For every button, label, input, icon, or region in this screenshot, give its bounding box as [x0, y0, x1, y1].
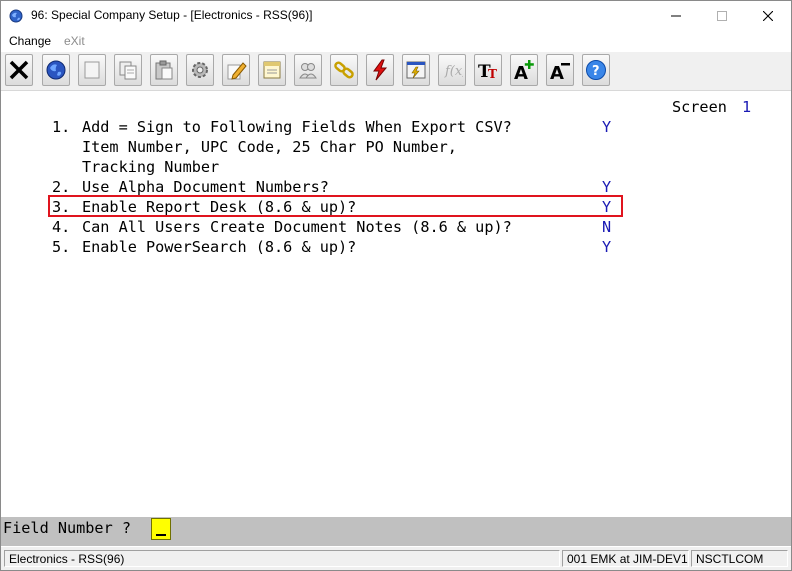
status-session: 001 EMK at JIM-DEV1 — [562, 550, 689, 567]
edit-pencil-icon — [227, 62, 247, 80]
prompt-bar: Field Number ? _ — [1, 517, 791, 546]
text-cursor — [156, 534, 166, 536]
option-4-number: 4. — [52, 218, 71, 236]
font-increase-button[interactable]: A — [510, 54, 538, 86]
font-size-icon: T T — [478, 62, 497, 81]
terminal-screen: Screen 1 1. Add = Sign to Following Fiel… — [1, 91, 791, 517]
chain-link-icon — [334, 61, 354, 79]
title-bar[interactable]: 96: Special Company Setup - [Electronics… — [1, 1, 791, 31]
link-button[interactable] — [330, 54, 358, 86]
svg-text:f(x): f(x) — [444, 64, 463, 79]
option-2-text[interactable]: Use Alpha Document Numbers? — [82, 177, 329, 197]
font-size-button[interactable]: T T — [474, 54, 502, 86]
report-chart-icon — [406, 61, 426, 79]
window-title: 96: Special Company Setup - [Electronics… — [31, 8, 313, 22]
status-company: Electronics - RSS(96) — [4, 550, 560, 567]
svg-text:?: ? — [592, 64, 600, 79]
maximize-button[interactable] — [699, 1, 745, 31]
toolbar: f(x) T T A A ? — [1, 52, 791, 91]
status-program: NSCTLCOM — [691, 550, 788, 567]
function-button[interactable]: f(x) — [438, 54, 466, 86]
app-window: 96: Special Company Setup - [Electronics… — [0, 0, 792, 571]
copy-button[interactable] — [114, 54, 142, 86]
minimize-icon — [671, 15, 681, 17]
svg-text:A: A — [550, 63, 564, 81]
users-button[interactable] — [294, 54, 322, 86]
paste-button[interactable] — [150, 54, 178, 86]
status-bar: Electronics - RSS(96) 001 EMK at JIM-DEV… — [1, 547, 791, 570]
option-2-number: 2. — [52, 178, 71, 196]
lightning-icon — [373, 59, 388, 81]
option-5-value[interactable]: Y — [602, 237, 611, 257]
option-4-value[interactable]: N — [602, 217, 611, 237]
settings-gear-icon — [192, 62, 208, 78]
copy-icon — [119, 61, 137, 80]
exit-icon — [9, 60, 29, 80]
svg-text:T: T — [488, 67, 497, 81]
help-icon: ? — [586, 60, 606, 80]
minimize-button[interactable] — [653, 1, 699, 31]
menu-bar: Change eXit — [1, 31, 791, 51]
app-globe-icon — [9, 9, 23, 23]
help-button[interactable]: ? — [582, 54, 610, 86]
edit-button[interactable] — [222, 54, 250, 86]
option-5-number: 5. — [52, 238, 71, 256]
field-number-input[interactable]: _ — [151, 518, 171, 540]
notes-icon — [263, 61, 281, 79]
function-icon: f(x) — [444, 64, 463, 79]
paste-icon — [155, 60, 173, 80]
option-4-text[interactable]: Can All Users Create Document Notes (8.6… — [82, 217, 512, 237]
run-button[interactable] — [366, 54, 394, 86]
exit-button[interactable] — [5, 54, 33, 86]
close-button[interactable] — [745, 1, 791, 31]
option-1-text[interactable]: Add = Sign to Following Fields When Expo… — [82, 117, 512, 137]
font-increase-icon: A — [514, 60, 534, 81]
option-1-detail-line-2: Tracking Number — [82, 158, 220, 176]
menu-exit[interactable]: eXit — [64, 34, 85, 48]
option-5-text[interactable]: Enable PowerSearch (8.6 & up)? — [82, 237, 356, 257]
font-decrease-button[interactable]: A — [546, 54, 574, 86]
field-number-prompt: Field Number ? — [3, 519, 132, 537]
screen-number: 1 — [742, 98, 752, 116]
new-button[interactable] — [78, 54, 106, 86]
blank-page-icon — [84, 61, 100, 79]
option-1-detail-line-1: Item Number, UPC Code, 25 Char PO Number… — [82, 138, 457, 156]
option-2-value[interactable]: Y — [602, 177, 611, 197]
font-decrease-icon: A — [550, 63, 570, 81]
maximize-icon — [717, 11, 727, 21]
highlight-box-option-3 — [48, 195, 623, 217]
option-1-number: 1. — [52, 118, 71, 136]
option-1-value[interactable]: Y — [602, 117, 611, 137]
settings-button[interactable] — [186, 54, 214, 86]
screen-label: Screen — [672, 98, 727, 116]
globe-icon — [46, 60, 66, 80]
web-button[interactable] — [42, 54, 70, 86]
menu-change[interactable]: Change — [9, 34, 51, 48]
users-icon — [299, 63, 317, 79]
report-button[interactable] — [402, 54, 430, 86]
close-icon — [763, 11, 773, 21]
notes-button[interactable] — [258, 54, 286, 86]
